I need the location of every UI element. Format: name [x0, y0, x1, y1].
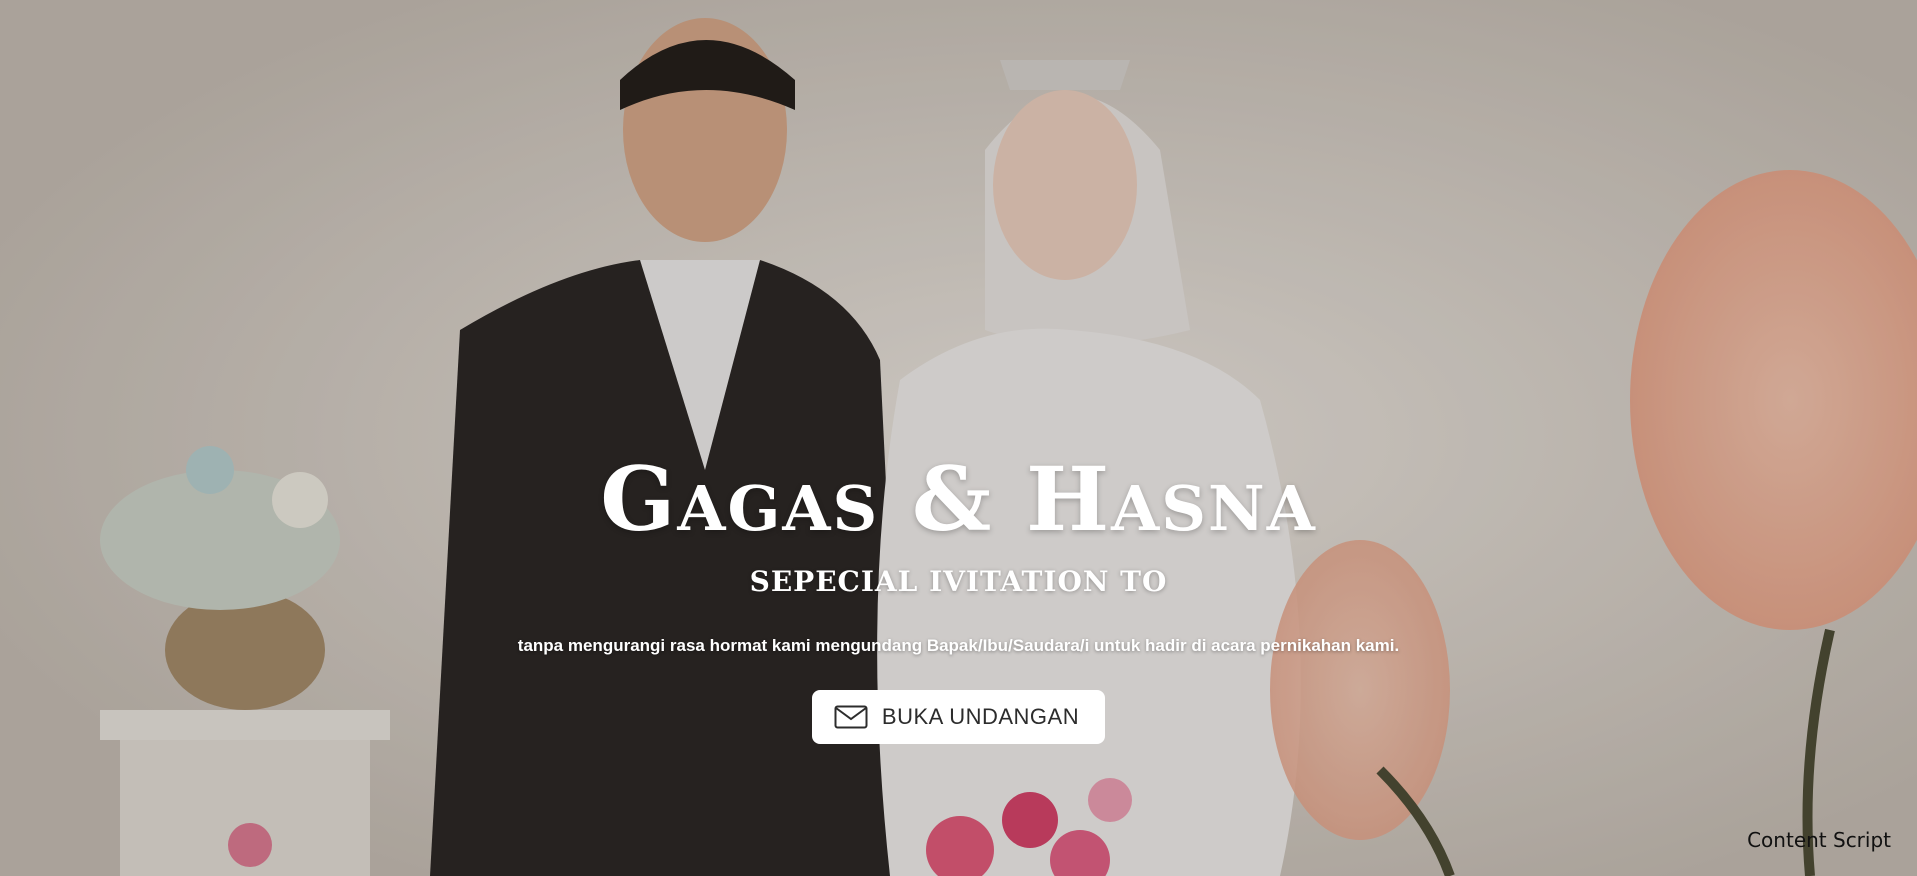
invitation-content: Gagas & Hasna SEPECIAL IVITATION TO tanp… — [0, 455, 1917, 744]
open-invitation-label: BUKA UNDANGAN — [881, 704, 1080, 729]
couple-names-title: Gagas & Hasna — [600, 447, 1317, 551]
content-script-label: Content Script — [1747, 828, 1891, 852]
invitation-message: tanpa mengurangi rasa hormat kami mengun… — [517, 636, 1400, 655]
envelope-icon — [834, 705, 868, 729]
dark-overlay — [0, 0, 1917, 876]
invitation-subtitle: SEPECIAL IVITATION TO — [749, 565, 1168, 598]
hero-section: Gagas & Hasna SEPECIAL IVITATION TO tanp… — [0, 0, 1917, 876]
open-invitation-button[interactable]: BUKA UNDANGAN — [811, 690, 1106, 744]
